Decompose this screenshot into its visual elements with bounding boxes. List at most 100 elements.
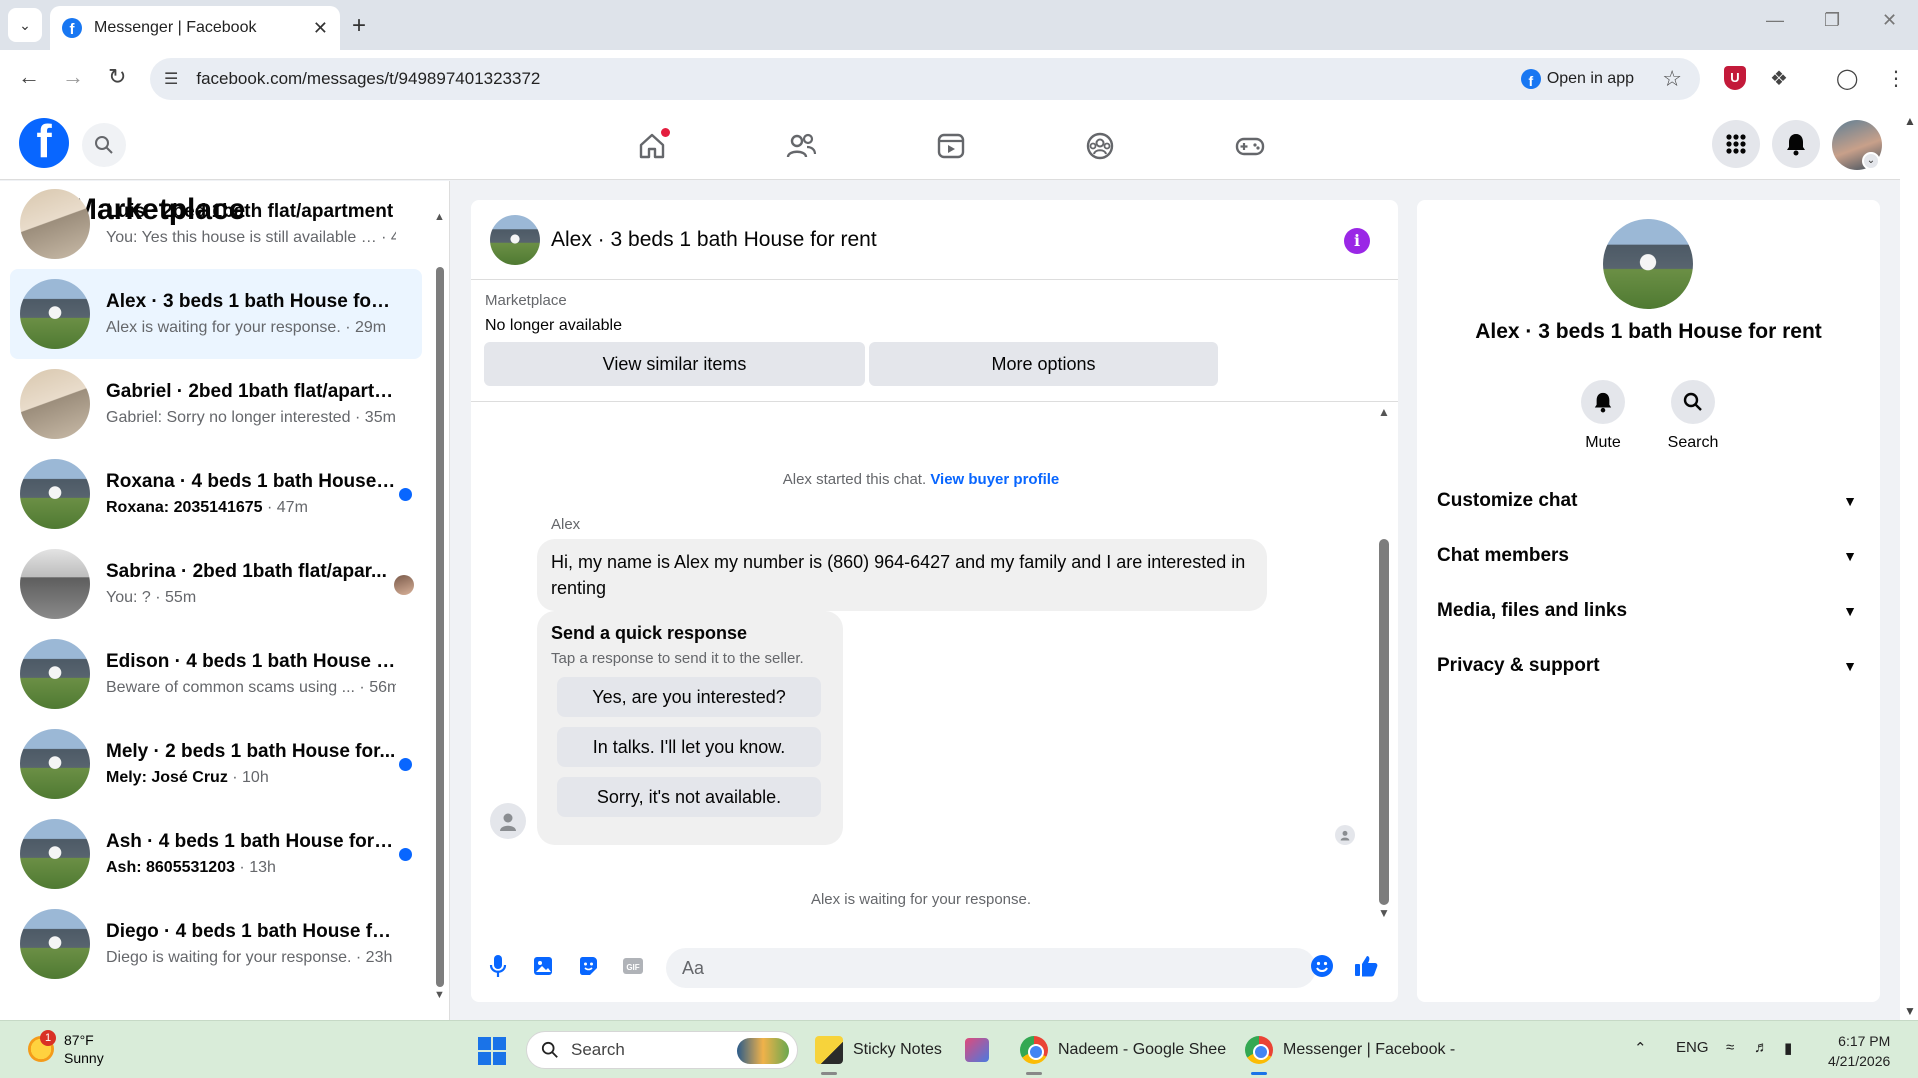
scrollbar-thumb[interactable] xyxy=(436,267,444,987)
profile-icon[interactable]: ◯ xyxy=(1836,66,1858,91)
search-in-chat-button[interactable]: Search xyxy=(1653,380,1733,452)
conversation-row[interactable]: Roxana · 4 beds 1 bath House f... Roxana:… xyxy=(10,449,422,539)
conversation-name: Mely · 2 beds 1 bath House for... xyxy=(106,741,396,762)
gif-icon[interactable]: GIF xyxy=(619,952,647,980)
conversation-row[interactable]: Ash · 4 beds 1 bath House for r... Ash: 8… xyxy=(10,809,422,899)
back-arrow-icon[interactable]: ← xyxy=(18,64,40,90)
open-in-app-button[interactable]: f Open in app xyxy=(1520,65,1634,93)
taskbar-app-messenger[interactable]: Messenger | Facebook - xyxy=(1245,1031,1456,1075)
battery-icon[interactable]: ▮ xyxy=(1784,1039,1792,1057)
browser-tab-messenger[interactable]: f Messenger | Facebook ✕ xyxy=(50,6,340,50)
chat-members-section[interactable]: Chat members ▼ xyxy=(1437,536,1857,576)
windows-start-icon[interactable] xyxy=(478,1037,506,1065)
new-tab-icon[interactable]: + xyxy=(352,12,366,40)
taskbar-app-google-sheets[interactable]: Nadeem - Google Shee xyxy=(1020,1031,1226,1075)
sender-avatar-icon[interactable] xyxy=(490,803,526,839)
language-indicator[interactable]: ENG xyxy=(1676,1039,1709,1056)
taskbar-app-label: Messenger | Facebook - xyxy=(1283,1041,1456,1058)
restore-window-icon[interactable]: ❐ xyxy=(1824,10,1840,31)
mute-button[interactable]: Mute xyxy=(1563,380,1643,452)
scroll-down-arrow-icon[interactable]: ▼ xyxy=(434,989,445,1001)
more-options-button[interactable]: More options xyxy=(869,342,1218,386)
emoji-icon[interactable] xyxy=(1308,952,1336,980)
site-settings-icon[interactable]: ☰ xyxy=(164,69,178,89)
message-input[interactable] xyxy=(666,948,1316,988)
conversation-row[interactable]: Alex · 3 beds 1 bath House for re... Alex… xyxy=(10,269,422,359)
taskbar-app-snipping-tool[interactable] xyxy=(965,1031,999,1069)
separator-dot: · xyxy=(262,499,277,516)
reload-icon[interactable]: ↻ xyxy=(108,64,126,90)
extensions-puzzle-icon[interactable]: ❖ xyxy=(1770,66,1788,91)
chat-started-note: Alex started this chat. View buyer profi… xyxy=(471,471,1371,488)
open-in-app-label: Open in app xyxy=(1546,70,1634,87)
wifi-icon[interactable]: ≈ xyxy=(1726,1039,1734,1056)
page-scrollbar[interactable]: ▲ ▼ xyxy=(1900,108,1918,1020)
facebook-logo-icon[interactable]: f xyxy=(19,118,69,168)
tab-search-chevron-icon[interactable]: ⌄ xyxy=(8,8,42,42)
conversation-info-icon[interactable]: i xyxy=(1344,228,1370,254)
conversation-time: 10h xyxy=(242,769,269,786)
sticker-icon[interactable] xyxy=(574,952,602,980)
taskbar-search-box[interactable]: Search xyxy=(526,1031,798,1069)
media-files-links-section[interactable]: Media, files and links ▼ xyxy=(1437,591,1857,631)
conversation-row[interactable]: Luis · 2bed 1bath flat/apartment You: Yes… xyxy=(10,181,422,269)
home-icon[interactable] xyxy=(634,128,670,164)
volume-icon[interactable]: ♬ xyxy=(1754,1039,1769,1056)
message-scrollbar[interactable]: ▲ ▼ xyxy=(1378,405,1390,920)
conversation-row[interactable]: Mely · 2 beds 1 bath House for... Mely: J… xyxy=(10,719,422,809)
taskbar-app-sticky-notes[interactable]: Sticky Notes xyxy=(815,1031,942,1075)
view-similar-items-button[interactable]: View similar items xyxy=(484,342,865,386)
microphone-icon[interactable] xyxy=(484,952,512,980)
conversation-preview: Diego is waiting for your response. xyxy=(106,949,352,966)
address-bar[interactable]: ☰ facebook.com/messages/t/94989740132337… xyxy=(150,58,1700,100)
menu-grid-icon[interactable] xyxy=(1712,120,1760,168)
quick-response-button[interactable]: Sorry, it's not available. xyxy=(557,777,821,817)
browser-menu-icon[interactable]: ⋮ xyxy=(1886,66,1906,91)
minimize-window-icon[interactable]: — xyxy=(1766,10,1784,31)
photo-gallery-icon[interactable] xyxy=(529,952,557,980)
privacy-support-section[interactable]: Privacy & support ▼ xyxy=(1437,646,1857,686)
gaming-icon[interactable] xyxy=(1232,128,1268,164)
system-clock[interactable]: 6:17 PM 4/21/2026 xyxy=(1828,1031,1890,1071)
conversation-preview: Alex is waiting for your response. xyxy=(106,319,341,336)
marketplace-chat-list: ← Marketplace Luis · 2bed 1bath flat/apa… xyxy=(0,181,450,1021)
facebook-search-icon[interactable] xyxy=(82,123,126,167)
show-hidden-icons-chevron-icon[interactable]: ⌃ xyxy=(1634,1039,1647,1057)
conversation-name: Ash · 4 beds 1 bath House for r... xyxy=(106,831,396,852)
forward-arrow-icon[interactable]: → xyxy=(62,64,84,90)
thumbs-up-icon[interactable] xyxy=(1352,952,1380,980)
bookmark-star-icon[interactable]: ☆ xyxy=(1662,66,1682,92)
conversation-row[interactable]: Diego · 4 beds 1 bath House for ... Diego… xyxy=(10,899,422,989)
conversation-row[interactable]: Edison · 4 beds 1 bath House for... Bewar… xyxy=(10,629,422,719)
quick-response-title: Send a quick response xyxy=(551,623,748,643)
notifications-bell-icon[interactable] xyxy=(1772,120,1820,168)
conversation-row[interactable]: Sabrina · 2bed 1bath flat/apar... You: ? … xyxy=(10,539,422,629)
conversation-preview: Gabriel: Sorry no longer interested xyxy=(106,409,351,426)
scroll-up-arrow-icon[interactable]: ▲ xyxy=(1904,114,1916,128)
scroll-down-arrow-icon[interactable]: ▼ xyxy=(1904,1004,1916,1018)
customize-chat-section[interactable]: Customize chat ▼ xyxy=(1437,481,1857,521)
video-reels-icon[interactable] xyxy=(933,128,969,164)
scroll-up-arrow-icon[interactable]: ▲ xyxy=(434,211,445,223)
quick-response-button[interactable]: In talks. I'll let you know. xyxy=(557,727,821,767)
view-buyer-profile-link[interactable]: View buyer profile xyxy=(930,471,1059,488)
listing-photo[interactable] xyxy=(1603,219,1693,309)
conversation-row[interactable]: Gabriel · 2bed 1bath flat/apartm... Gabri… xyxy=(10,359,422,449)
scroll-down-arrow-icon[interactable]: ▼ xyxy=(1378,906,1390,920)
tab-close-icon[interactable]: ✕ xyxy=(313,18,328,39)
scroll-up-arrow-icon[interactable]: ▲ xyxy=(1378,405,1390,419)
chat-list-scrollbar[interactable]: ▲ ▼ xyxy=(434,211,445,1001)
groups-icon[interactable] xyxy=(1082,128,1118,164)
quick-response-button[interactable]: Yes, are you interested? xyxy=(557,677,821,717)
chat-title[interactable]: Alex · 3 beds 1 bath House for rent xyxy=(551,228,877,252)
close-window-icon[interactable]: ✕ xyxy=(1882,10,1897,31)
listing-thumbnail[interactable] xyxy=(490,215,540,265)
temperature: 87°F xyxy=(64,1032,94,1048)
weather-widget[interactable]: 1 87°F Sunny xyxy=(28,1030,104,1067)
conversation-thumbnail xyxy=(20,639,90,709)
friends-icon[interactable] xyxy=(783,128,819,164)
chrome-icon xyxy=(1245,1036,1273,1064)
ublock-extension-icon[interactable]: U xyxy=(1724,66,1746,90)
account-chevron-icon[interactable]: ⌄ xyxy=(1862,152,1880,170)
scrollbar-thumb[interactable] xyxy=(1379,539,1389,905)
